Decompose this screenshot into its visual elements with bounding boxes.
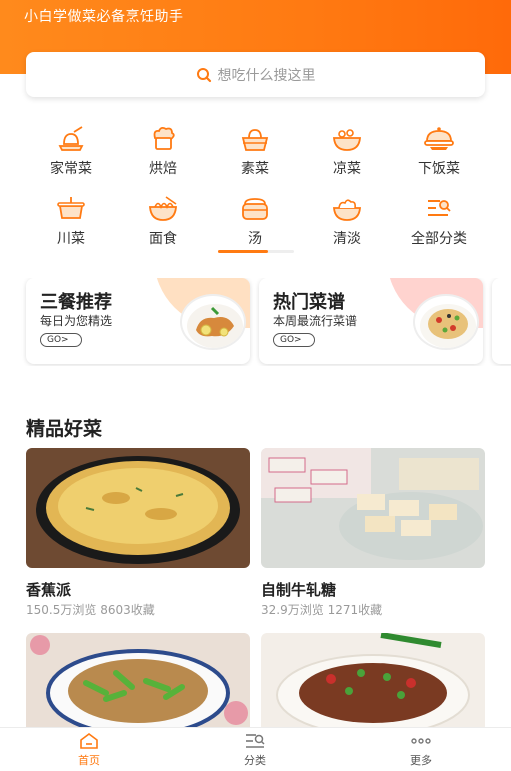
nougat-image <box>261 448 485 568</box>
app-tagline: 小白学做菜必备烹饪助手 <box>24 9 184 25</box>
category-all[interactable]: 全部分类 <box>394 196 484 248</box>
food-stats: 150.5万浏览 8603收藏 <box>26 603 155 617</box>
category-label: 素菜 <box>241 161 269 177</box>
category-label: 家常菜 <box>50 161 92 177</box>
recommend-card-title: 三餐推荐 <box>40 292 112 313</box>
category-label: 烘焙 <box>149 161 177 177</box>
recommend-card-hot[interactable]: 热门菜谱 本周最流行菜谱 GO> <box>259 278 483 364</box>
category-label: 全部分类 <box>411 231 467 247</box>
fish-dish-image <box>180 294 246 350</box>
tab-label: 分类 <box>244 754 266 767</box>
recommend-card-title: 热门菜谱 <box>273 292 345 313</box>
category-chuancai[interactable]: 川菜 <box>26 196 116 248</box>
category-sucai[interactable]: 素菜 <box>210 126 300 178</box>
search-placeholder: 想吃什么搜这里 <box>217 67 316 84</box>
home-icon <box>39 732 139 750</box>
category-mianshi[interactable]: 面食 <box>118 196 208 248</box>
section-title: 精品好菜 <box>26 418 103 440</box>
salad-bowl-icon <box>330 196 364 222</box>
covered-dish-icon <box>422 126 456 152</box>
recommend-carousel[interactable]: 三餐推荐 每日为您精选 GO> 热门菜谱 本周最流行菜谱 GO> <box>0 278 511 366</box>
soup-pot-icon <box>238 196 272 222</box>
category-qingdan[interactable]: 清淡 <box>302 196 392 248</box>
food-card-braised-dish[interactable] <box>261 633 485 727</box>
recommend-card-subtitle: 本周最流行菜谱 <box>273 314 358 328</box>
category-liangcai[interactable]: 凉菜 <box>302 126 392 178</box>
page-indicator <box>218 250 294 253</box>
pot-icon <box>54 196 88 222</box>
category-tang[interactable]: 汤 <box>210 196 300 248</box>
go-button[interactable]: GO> <box>273 333 315 347</box>
recommend-card-meals[interactable]: 三餐推荐 每日为您精选 GO> <box>26 278 250 364</box>
pasta-dish-image <box>413 294 479 350</box>
food-card-pepper-pork[interactable] <box>26 633 250 727</box>
tab-more[interactable]: 更多 <box>371 732 471 768</box>
braised-dish-image <box>261 633 485 727</box>
food-name: 自制牛轧糖 <box>261 581 337 599</box>
chef-hat-cutting-board-icon <box>54 126 88 152</box>
category-label: 清淡 <box>333 231 361 247</box>
search-icon <box>196 67 212 83</box>
tab-home[interactable]: 首页 <box>39 732 139 768</box>
food-stats: 32.9万浏览 1271收藏 <box>261 603 383 617</box>
cold-dish-bowl-icon <box>330 126 364 152</box>
category-list-icon <box>422 196 456 222</box>
category-label: 面食 <box>149 231 177 247</box>
tab-category[interactable]: 分类 <box>205 732 305 768</box>
recommend-card-subtitle: 每日为您精选 <box>40 314 113 328</box>
category-xiafancai[interactable]: 下饭菜 <box>394 126 484 178</box>
category-label: 下饭菜 <box>418 161 460 177</box>
food-card-nougat[interactable]: 自制牛轧糖 32.9万浏览 1271收藏 <box>261 448 485 620</box>
category-jiachangcai[interactable]: 家常菜 <box>26 126 116 178</box>
food-name: 香蕉派 <box>26 581 72 599</box>
more-dots-icon <box>371 732 471 750</box>
pepper-pork-image <box>26 633 250 727</box>
search-bar[interactable]: 想吃什么搜这里 <box>26 52 485 97</box>
banana-pie-image <box>26 448 250 568</box>
baking-hat-icon <box>146 126 180 152</box>
food-card-banana-pie[interactable]: 香蕉派 150.5万浏览 8603收藏 <box>26 448 250 620</box>
category-list-icon <box>205 732 305 750</box>
category-hongbei[interactable]: 烘焙 <box>118 126 208 178</box>
tab-label: 更多 <box>410 754 432 767</box>
bottom-tab-bar: 首页 分类 更多 <box>0 727 511 771</box>
category-label: 汤 <box>248 231 262 247</box>
noodle-bowl-icon <box>146 196 180 222</box>
tab-label: 首页 <box>78 754 100 767</box>
go-button[interactable]: GO> <box>40 333 82 347</box>
category-label: 凉菜 <box>333 161 361 177</box>
category-label: 川菜 <box>57 231 85 247</box>
vegetable-basket-icon <box>238 126 272 152</box>
recommend-card-next[interactable] <box>492 278 511 364</box>
